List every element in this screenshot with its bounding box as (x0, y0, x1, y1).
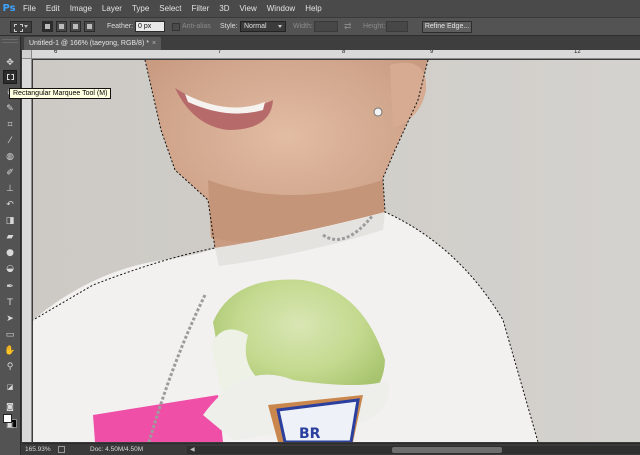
ruler-mark: 7 (218, 50, 222, 55)
width-input[interactable] (314, 21, 338, 32)
photoshop-logo: Ps (2, 3, 16, 14)
ruler-mark: 9 (430, 50, 434, 55)
height-label: Height: (363, 23, 386, 30)
close-tab-icon[interactable]: × (152, 40, 156, 47)
anti-alias-label: Anti-alias (182, 23, 211, 30)
add-to-selection-icon[interactable] (56, 21, 67, 32)
width-label: Width: (293, 23, 313, 30)
horizontal-ruler[interactable]: 6 7 8 9 12 (32, 50, 640, 59)
height-input[interactable] (386, 21, 408, 32)
default-colors-icon[interactable]: ◪ (3, 380, 17, 394)
menu-layer[interactable]: Layer (97, 0, 127, 17)
menu-image[interactable]: Image (65, 0, 97, 17)
menu-select[interactable]: Select (154, 0, 186, 17)
zoom-level[interactable]: 165.93% (25, 446, 51, 454)
document-size: Doc: 4.50M/4.50M (90, 446, 144, 453)
menu-file[interactable]: File (18, 0, 41, 17)
menu-3d[interactable]: 3D (214, 0, 234, 17)
subtract-from-selection-icon[interactable] (70, 21, 81, 32)
refine-edge-button[interactable]: Refine Edge... (422, 21, 472, 33)
status-bar: 165.93% Doc: 4.50M/4.50M ◀ (22, 443, 640, 455)
intersect-selection-icon[interactable] (84, 21, 95, 32)
ruler-mark: 8 (342, 50, 346, 55)
anti-alias-checkbox[interactable] (172, 23, 180, 31)
canvas-image: BR (33, 60, 640, 442)
document-canvas[interactable]: BR (33, 60, 640, 442)
eraser-icon[interactable]: ◨ (3, 214, 17, 228)
ruler-mark: 6 (54, 50, 58, 55)
zoom-icon[interactable]: ⚲ (3, 360, 17, 374)
document-tab-bar: Untitled-1 @ 166% (taeyong, RGB/8) * × (22, 36, 640, 50)
scroll-left-icon[interactable]: ◀ (190, 446, 195, 454)
style-select[interactable]: Normal (240, 21, 286, 32)
foreground-color-swatch[interactable] (3, 414, 12, 423)
menu-bar: Ps File Edit Image Layer Type Select Fil… (0, 0, 640, 17)
feather-input[interactable]: 0 px (135, 21, 165, 32)
document-tab[interactable]: Untitled-1 @ 166% (taeyong, RGB/8) * × (24, 37, 162, 50)
horizontal-scrollbar[interactable]: ◀ (187, 446, 640, 454)
vertical-ruler[interactable] (22, 50, 32, 442)
history-brush-icon[interactable]: ↶ (3, 198, 17, 212)
swap-width-height-icon[interactable]: ⇄ (344, 21, 352, 32)
panel-grip[interactable] (2, 39, 18, 43)
tool-preset-picker[interactable] (10, 21, 32, 33)
crop-icon[interactable]: ⌗ (3, 118, 17, 132)
quick-mask-icon[interactable]: ◙ (3, 400, 17, 414)
menu-edit[interactable]: Edit (41, 0, 65, 17)
menu-window[interactable]: Window (262, 0, 300, 17)
dodge-icon[interactable]: ◒ (3, 262, 17, 276)
move-tool-icon[interactable]: ✥ (3, 56, 17, 70)
feather-label: Feather: (107, 23, 134, 30)
ruler-origin[interactable] (22, 50, 32, 59)
quick-selection-icon[interactable]: ✎ (3, 102, 17, 116)
clone-stamp-icon[interactable]: ⊥ (3, 182, 17, 196)
gradient-icon[interactable]: ▰ (3, 230, 17, 244)
svg-text:BR: BR (299, 426, 321, 442)
rectangle-shape-icon[interactable]: ▭ (3, 328, 17, 342)
export-icon[interactable] (58, 446, 65, 453)
options-bar: Feather: 0 px Anti-alias Style: Normal W… (0, 17, 640, 36)
type-icon[interactable]: T (3, 296, 17, 310)
scrollbar-thumb[interactable] (392, 447, 502, 453)
document-tab-title: Untitled-1 @ 166% (taeyong, RGB/8) * (29, 40, 149, 47)
eyedropper-icon[interactable]: ⁄ (3, 134, 17, 148)
menu-type[interactable]: Type (127, 0, 154, 17)
new-selection-icon[interactable] (42, 21, 53, 32)
brush-icon[interactable]: ✐ (3, 166, 17, 180)
pen-icon[interactable]: ✒ (3, 280, 17, 294)
tool-tooltip: Rectangular Marquee Tool (M) (9, 88, 112, 99)
menu-help[interactable]: Help (300, 0, 326, 17)
path-selection-icon[interactable]: ➤ (3, 312, 17, 326)
blur-icon[interactable]: ● (3, 246, 17, 260)
style-label: Style: (220, 23, 238, 30)
menu-view[interactable]: View (235, 0, 262, 17)
ruler-mark: 12 (574, 50, 581, 55)
menu-filter[interactable]: Filter (187, 0, 215, 17)
rectangular-marquee-icon[interactable] (3, 70, 17, 84)
spot-healing-icon[interactable]: ◍ (3, 150, 17, 164)
hand-icon[interactable]: ✋ (3, 344, 17, 358)
